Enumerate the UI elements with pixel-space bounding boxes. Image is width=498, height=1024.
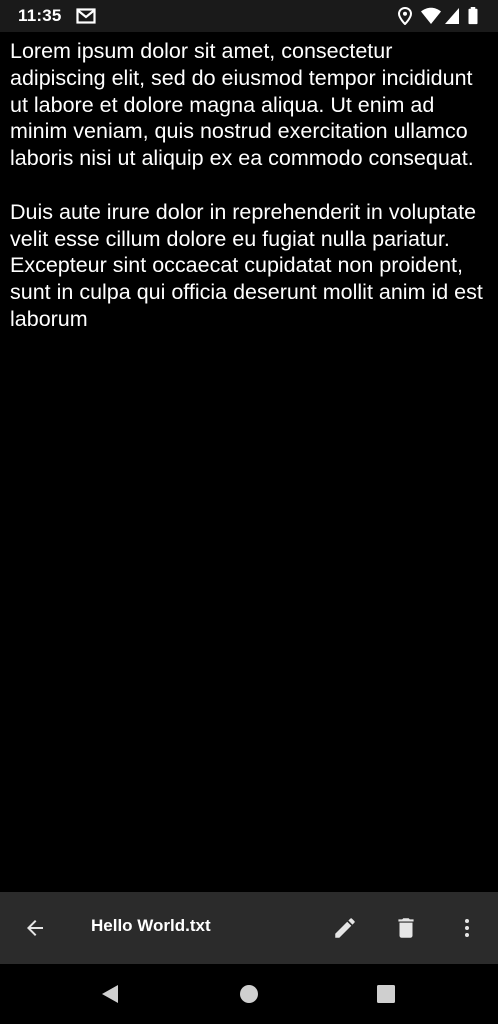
document-text: Lorem ipsum dolor sit amet, consectetur … (10, 38, 490, 360)
nav-recents-button[interactable] (362, 970, 410, 1018)
recents-square-icon (377, 985, 395, 1003)
more-options-button[interactable] (443, 892, 491, 964)
delete-button[interactable] (382, 892, 430, 964)
battery-icon (468, 7, 478, 25)
screen: 11:35 Lorem ipsum dolor sit amet, consec… (0, 0, 498, 1024)
paragraph-1: Lorem ipsum dolor sit amet, consectetur … (10, 39, 474, 171)
bottom-app-bar: Hello World.txt (0, 892, 498, 964)
signal-icon (445, 8, 459, 24)
file-name-title: Hello World.txt (91, 916, 211, 935)
status-bar: 11:35 (0, 0, 498, 32)
more-vert-icon (465, 919, 469, 937)
back-triangle-icon (102, 985, 118, 1003)
edit-button[interactable] (321, 892, 369, 964)
back-arrow-icon (27, 920, 43, 936)
back-button[interactable] (11, 892, 59, 964)
navigation-bar (0, 964, 498, 1024)
nav-home-button[interactable] (225, 970, 273, 1018)
location-icon (397, 7, 413, 25)
edit-pencil-icon (335, 918, 355, 938)
gmail-icon (76, 8, 96, 24)
paragraph-2: Duis aute irure dolor in reprehenderit i… (10, 199, 483, 331)
delete-trash-icon (398, 918, 414, 938)
home-circle-icon (240, 985, 258, 1003)
nav-back-button[interactable] (86, 970, 134, 1018)
wifi-icon (421, 7, 441, 24)
status-time: 11:35 (18, 6, 62, 25)
